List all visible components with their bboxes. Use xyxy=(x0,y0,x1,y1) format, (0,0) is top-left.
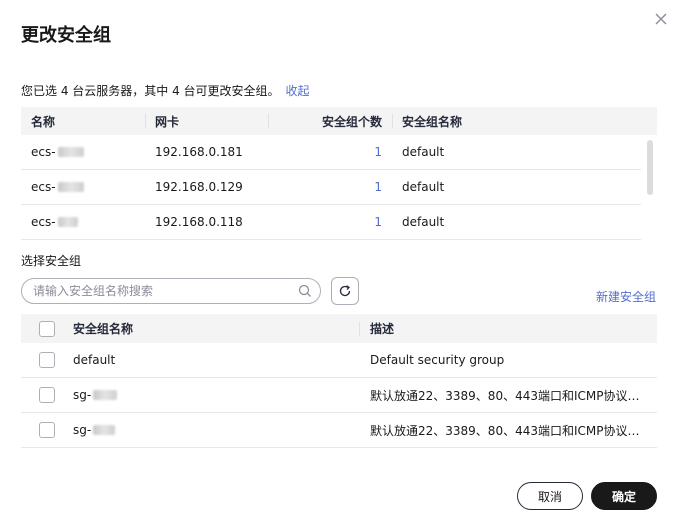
server-nic: 192.168.0.181 xyxy=(155,145,243,159)
selection-info-text: 您已选 4 台云服务器，其中 4 台可更改安全组。 xyxy=(21,84,280,98)
change-security-group-dialog: 更改安全组 您已选 4 台云服务器，其中 4 台可更改安全组。 收起 名称 网卡 … xyxy=(0,0,682,532)
server-sg-count[interactable]: 1 xyxy=(269,215,392,229)
server-sg-name: default xyxy=(402,145,445,159)
table-row[interactable]: default Default security group xyxy=(21,343,657,378)
server-table: 名称 网卡 安全组个数 安全组名称 ecs- 192.168.0.181 1 d… xyxy=(21,107,657,240)
table-row[interactable]: sg- 默认放通22、3389、80、443端口和ICMP协议。适用于需要远程登… xyxy=(21,413,657,448)
create-sg-link[interactable]: 新建安全组 xyxy=(596,288,656,305)
column-divider xyxy=(268,114,269,128)
row-checkbox[interactable] xyxy=(39,352,55,368)
server-sg-name: default xyxy=(402,180,445,194)
cancel-button[interactable]: 取消 xyxy=(517,482,583,510)
row-checkbox[interactable] xyxy=(39,387,55,403)
column-divider xyxy=(145,114,146,128)
redacted-mask xyxy=(57,147,84,157)
table-scrollbar[interactable] xyxy=(647,140,653,195)
col-nic: 网卡 xyxy=(155,114,180,129)
confirm-button[interactable]: 确定 xyxy=(591,482,657,510)
redacted-mask xyxy=(57,182,84,192)
server-name: ecs- xyxy=(31,145,56,159)
sg-name: sg- xyxy=(73,388,92,402)
table-row: ecs- 192.168.0.129 1 default xyxy=(21,170,641,205)
redacted-mask xyxy=(57,217,78,227)
select-sg-label: 选择安全组 xyxy=(21,254,82,268)
sg-search-box xyxy=(21,278,321,304)
column-divider xyxy=(392,114,393,128)
col-sg-count: 安全组个数 xyxy=(321,114,382,129)
search-icon[interactable] xyxy=(298,284,312,298)
sg-search-input[interactable] xyxy=(33,284,293,298)
col-name: 名称 xyxy=(31,114,56,129)
server-sg-count[interactable]: 1 xyxy=(269,145,392,159)
server-nic: 192.168.0.129 xyxy=(155,180,243,194)
column-divider xyxy=(359,321,360,336)
server-name: ecs- xyxy=(31,180,56,194)
collapse-link[interactable]: 收起 xyxy=(286,84,310,98)
sg-table-header: 安全组名称 描述 xyxy=(21,314,657,343)
server-sg-count[interactable]: 1 xyxy=(269,180,392,194)
sg-description: 默认放通22、3389、80、443端口和ICMP协议。适用于需要远程登录 xyxy=(370,423,657,438)
sg-name: default xyxy=(73,353,116,367)
server-nic: 192.168.0.118 xyxy=(155,215,243,229)
col-description: 描述 xyxy=(370,322,395,336)
table-row[interactable]: sg- 默认放通22、3389、80、443端口和ICMP协议。适用于需要远程登… xyxy=(21,378,657,413)
selection-info: 您已选 4 台云服务器，其中 4 台可更改安全组。 收起 xyxy=(21,82,310,99)
redacted-mask xyxy=(93,390,118,400)
select-all-checkbox[interactable] xyxy=(39,320,55,337)
refresh-icon xyxy=(339,285,351,297)
close-icon[interactable] xyxy=(652,10,670,28)
sg-table: 安全组名称 描述 default Default security group … xyxy=(21,314,657,448)
col-sg-name: 安全组名称 xyxy=(402,114,463,129)
redacted-mask xyxy=(93,425,116,435)
col-sg-name: 安全组名称 xyxy=(73,322,134,336)
sg-description: 默认放通22、3389、80、443端口和ICMP协议。适用于需要远程登录 xyxy=(370,388,657,403)
table-row: ecs- 192.168.0.181 1 default xyxy=(21,135,641,170)
dialog-title: 更改安全组 xyxy=(21,25,111,46)
row-checkbox[interactable] xyxy=(39,422,55,438)
server-sg-name: default xyxy=(402,215,445,229)
sg-name: sg- xyxy=(73,423,92,437)
table-row: ecs- 192.168.0.118 1 default xyxy=(21,205,641,240)
sg-description: Default security group xyxy=(370,353,505,367)
server-table-header: 名称 网卡 安全组个数 安全组名称 xyxy=(21,107,657,135)
refresh-button[interactable] xyxy=(331,277,359,305)
server-name: ecs- xyxy=(31,215,56,229)
